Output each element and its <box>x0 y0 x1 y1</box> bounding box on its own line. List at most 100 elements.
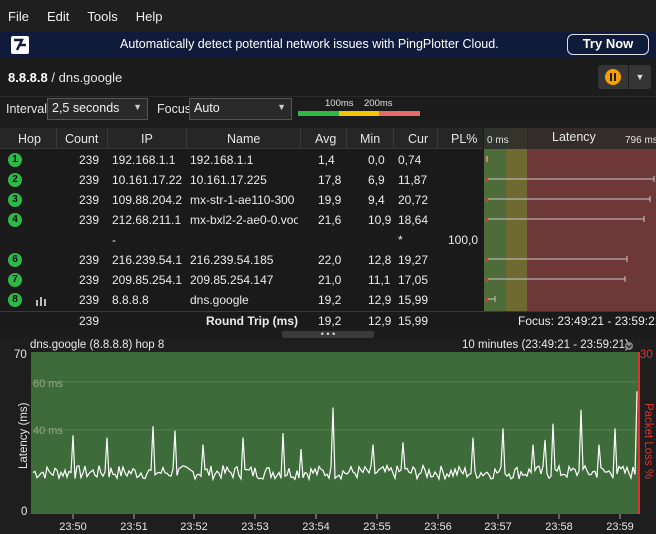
hop-number-badge: 1 <box>8 153 22 167</box>
cell-avg: 21,6 <box>318 213 342 227</box>
cell-min: 6,9 <box>368 173 385 187</box>
focus-label: Focus <box>157 102 192 116</box>
cell-count: 239 <box>79 273 100 287</box>
menu-edit[interactable]: Edit <box>47 9 69 24</box>
latency-avg-marker <box>485 257 488 262</box>
x-tick-label: 23:57 <box>484 521 512 533</box>
hop-number-badge: 3 <box>8 193 22 207</box>
y-axis-top: 70 <box>14 349 27 361</box>
splitter-grip[interactable]: • • • <box>282 330 374 339</box>
scale-red-bar <box>379 111 420 116</box>
cell-count: 239 <box>79 193 100 207</box>
latency-yellow-zone <box>506 128 527 312</box>
y-right-label: Packet Loss % <box>642 403 654 479</box>
cell-count: 239 <box>79 153 100 167</box>
cell-name: 192.168.1.1 <box>190 153 254 167</box>
col-avg[interactable]: Avg <box>315 132 336 146</box>
menu-file[interactable]: File <box>8 9 29 24</box>
cell-count: 239 <box>79 293 100 307</box>
col-cur[interactable]: Cur <box>408 132 428 146</box>
table-row[interactable]: 6 239 216.239.54.1 216.239.54.185 22,0 12,8 19… <box>0 250 483 270</box>
focus-range: Focus: 23:49:21 - 23:59:21 <box>518 314 656 328</box>
menu-tools[interactable]: Tools <box>87 9 117 24</box>
target-bar: 8.8.8.8 / dns.google ▼ <box>0 57 656 97</box>
focus-select[interactable]: Auto ▼ <box>189 98 292 120</box>
x-axis-ticks: 23:50 23:51 23:52 23:53 23:54 23:55 23:56 23:57… <box>59 514 634 533</box>
table-row[interactable]: 8 239 8.8.8.8 dns.google 19,2 12,9 15,99 <box>0 290 483 310</box>
latency-red-zone <box>527 128 656 312</box>
cell-cur: 18,64 <box>398 213 429 227</box>
table-row[interactable]: 2 239 10.161.17.22 10.161.17.225 17,8 6,9 11,8… <box>0 170 483 190</box>
scale-green-bar <box>298 111 339 116</box>
try-now-button[interactable]: Try Now <box>567 34 649 55</box>
hop-number-badge: 8 <box>8 293 22 307</box>
bar-chart-icon[interactable] <box>36 295 48 306</box>
hop-number-badge: 2 <box>8 173 22 187</box>
latency-avg-marker <box>485 197 488 202</box>
target-name: dns.google <box>58 70 123 85</box>
scale-yellow-bar <box>339 111 379 116</box>
y-right-top: 30 <box>640 349 653 361</box>
hop-number-badge: 6 <box>8 253 22 267</box>
pause-icon <box>605 69 621 85</box>
latency-mini-graph: 0 ms Latency 796 ms <box>484 128 656 312</box>
table-row[interactable]: 4 239 212.68.211.1 mx-bxl2-2-ae0-0.voo 21,6 1… <box>0 210 483 230</box>
cell-name: mx-str-1-ae110-300 <box>190 193 295 207</box>
cell-min: 0,0 <box>368 153 385 167</box>
latency-min-label: 0 ms <box>487 135 509 146</box>
cell-avg: 1,4 <box>318 153 335 167</box>
table-row[interactable]: - * 100,0 <box>0 230 483 250</box>
cell-ip: - <box>112 233 116 247</box>
table-row[interactable]: 7 239 209.85.254.1 209.85.254.147 21,0 11,1 17… <box>0 270 483 290</box>
cell-cur: 0,74 <box>398 153 422 167</box>
cell-avg: 19,2 <box>318 293 342 307</box>
pause-button[interactable] <box>598 65 628 89</box>
target-separator: / <box>47 70 59 85</box>
total-label: Round Trip (ms) <box>206 314 298 328</box>
panel-splitter[interactable]: • • • <box>0 329 656 339</box>
col-pl[interactable]: PL% <box>451 132 477 146</box>
x-tick-label: 23:56 <box>424 521 452 533</box>
menu-help[interactable]: Help <box>136 9 163 24</box>
col-ip[interactable]: IP <box>141 132 153 146</box>
cell-min: 11,1 <box>368 273 391 287</box>
target-title: 8.8.8.8 / dns.google <box>8 70 122 85</box>
table-row[interactable]: 1 239 192.168.1.1 192.168.1.1 1,4 0,0 0,74 <box>0 150 483 170</box>
cell-name: 209.85.254.147 <box>190 273 274 287</box>
latency-max-label: 796 ms <box>625 135 656 146</box>
latency-avg-marker <box>485 277 488 282</box>
x-tick-label: 23:54 <box>302 521 330 533</box>
pingplotter-logo-icon <box>11 35 29 54</box>
x-tick-label: 23:59 <box>606 521 634 533</box>
cell-avg: 19,9 <box>318 193 342 207</box>
col-hop[interactable]: Hop <box>18 132 41 146</box>
col-count[interactable]: Count <box>65 132 98 146</box>
round-trip-row: 239 Round Trip (ms) 19,2 12,9 15,99 Focu… <box>0 311 656 329</box>
table-row[interactable]: 3 239 109.88.204.2 mx-str-1-ae110-300 19,9 9,… <box>0 190 483 210</box>
interval-select[interactable]: 2,5 seconds ▼ <box>47 98 148 120</box>
col-name[interactable]: Name <box>227 132 260 146</box>
cell-count: 239 <box>79 173 100 187</box>
cell-cur: * <box>398 233 403 247</box>
cell-cur: 20,72 <box>398 193 429 207</box>
total-count: 239 <box>79 314 100 328</box>
pause-options-dropdown[interactable]: ▼ <box>629 65 651 89</box>
cell-avg: 22,0 <box>318 253 342 267</box>
latency-avg-marker <box>485 177 488 182</box>
col-min[interactable]: Min <box>360 132 380 146</box>
cell-ip: 109.88.204.2 <box>112 193 183 207</box>
scale-100-label: 100ms <box>325 98 354 109</box>
chevron-down-icon: ▼ <box>133 102 142 112</box>
x-tick-label: 23:50 <box>59 521 87 533</box>
cell-name: 216.239.54.185 <box>190 253 274 267</box>
banner-message: Automatically detect potential network i… <box>120 37 499 51</box>
menu-bar: File Edit Tools Help <box>0 0 656 32</box>
grid-60-label: 60 ms <box>33 378 63 390</box>
controls-row: Interval 2,5 seconds ▼ Focus Auto ▼ 100m… <box>0 97 656 127</box>
focus-value: Auto <box>194 101 220 115</box>
cell-ip: 10.161.17.22 <box>112 173 183 187</box>
cell-min: 12,8 <box>368 253 392 267</box>
cell-name: mx-bxl2-2-ae0-0.voo <box>190 213 298 227</box>
cell-avg: 21,0 <box>318 273 342 287</box>
chevron-down-icon: ▼ <box>277 102 286 112</box>
